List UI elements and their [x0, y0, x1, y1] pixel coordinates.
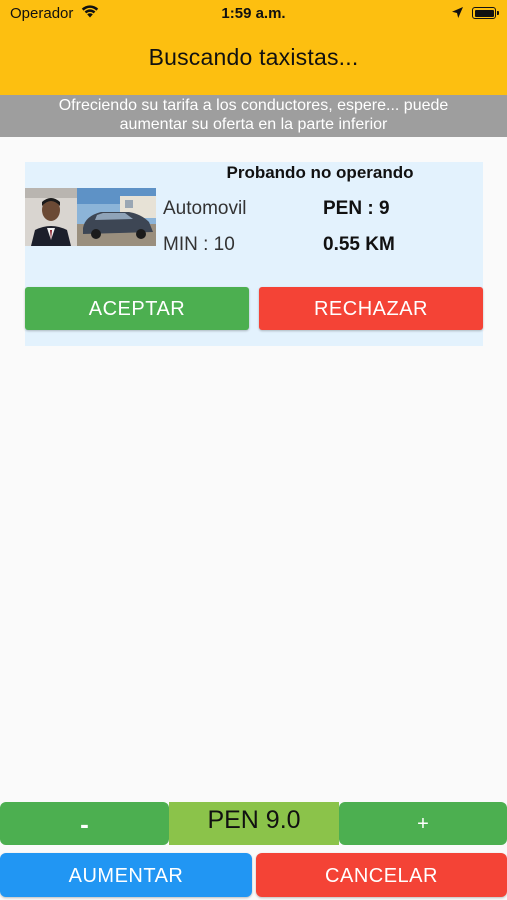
- page-title: Buscando taxistas...: [148, 44, 359, 70]
- raise-offer-button[interactable]: AUMENTAR: [0, 853, 252, 897]
- eta-minutes: MIN : 10: [163, 234, 235, 255]
- location-arrow-icon: [452, 7, 463, 18]
- offer-notice: Ofreciendo su tarifa a los conductores, …: [0, 95, 507, 137]
- driver-name: Probando no operando: [226, 163, 414, 182]
- accept-button[interactable]: ACEPTAR: [25, 287, 249, 330]
- vehicle-type: Automovil: [163, 198, 247, 219]
- decrease-fare-button[interactable]: -: [0, 802, 169, 845]
- reject-button[interactable]: RECHAZAR: [259, 287, 483, 330]
- clock: 1:59 a.m.: [221, 5, 286, 22]
- notice-line-2: aumentar su oferta en la parte inferior: [119, 116, 388, 133]
- driver-distance: 0.55 KM: [323, 234, 395, 255]
- status-bar: Operador 1:59 a.m.: [0, 0, 507, 28]
- battery-icon: [472, 7, 499, 19]
- fare-offer-value: PEN 9.0: [169, 802, 339, 845]
- driver-vehicle-photo: [25, 188, 156, 246]
- notice-line-1: Ofreciendo su tarifa a los conductores, …: [58, 97, 449, 114]
- offer-price: PEN : 9: [323, 198, 390, 219]
- cancel-search-button[interactable]: CANCELAR: [256, 853, 507, 897]
- increase-fare-button[interactable]: +: [339, 802, 507, 845]
